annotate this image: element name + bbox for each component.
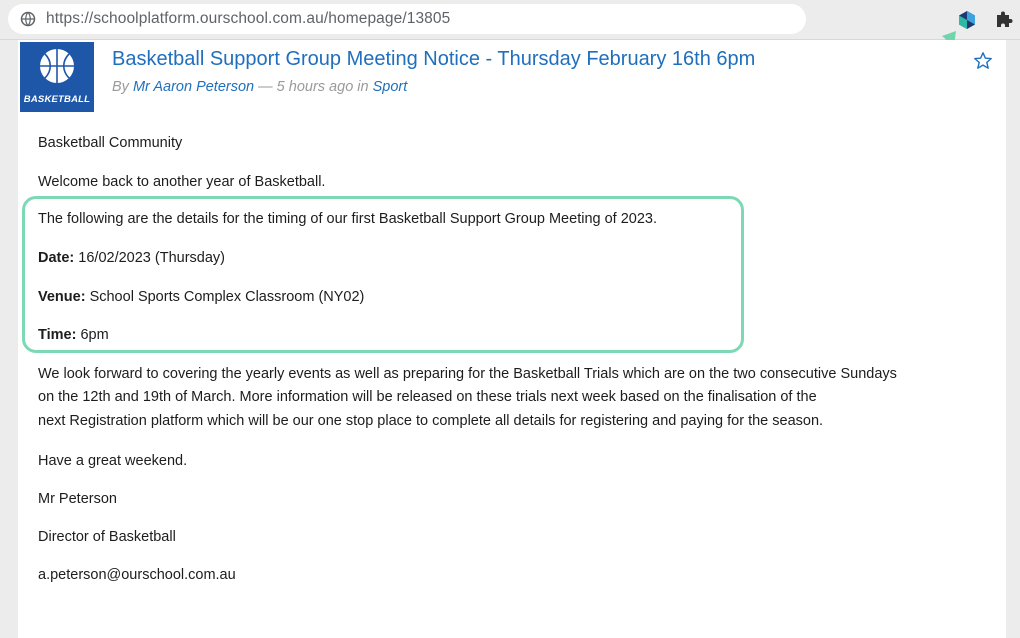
venue-line: Venue: School Sports Complex Classroom (… [38, 285, 364, 309]
byline-time: — 5 hours ago in [258, 79, 369, 95]
signoff-role: Director of Basketball [38, 529, 176, 545]
details-intro: The following are the details for the ti… [38, 211, 658, 227]
venue-label: Venue: [38, 289, 86, 305]
signoff-email[interactable]: a.peterson@ourschool.com.au [38, 563, 236, 587]
look-forward-line-1: We look forward to covering the yearly e… [38, 366, 897, 382]
byline-prefix: By [112, 79, 129, 95]
time-line: Time: 6pm [38, 323, 109, 347]
url-text: https://schoolplatform.ourschool.com.au/… [46, 10, 451, 27]
look-forward-line-2: on the 12th and 19th of March. More info… [38, 389, 817, 405]
basketball-logo: BASKETBALL [20, 42, 94, 112]
browser-toolbar: https://schoolplatform.ourschool.com.au/… [0, 0, 1020, 40]
welcome-text: Welcome back to another year of Basketba… [38, 174, 326, 190]
category-link[interactable]: Sport [373, 79, 408, 95]
basketball-icon [40, 49, 74, 83]
post-card: BASKETBALL Basketball Support Group Meet… [18, 40, 1006, 638]
logo-text: BASKETBALL [23, 94, 91, 105]
star-icon[interactable] [973, 51, 993, 71]
date-line: Date: 16/02/2023 (Thursday) [38, 246, 225, 270]
puzzle-icon[interactable] [994, 9, 1014, 29]
venue-value: School Sports Complex Classroom (NY02) [85, 289, 365, 305]
post-title[interactable]: Basketball Support Group Meeting Notice … [112, 48, 755, 71]
date-label: Date: [38, 250, 75, 266]
post-byline: By Mr Aaron Peterson — 5 hours ago in Sp… [112, 79, 407, 95]
weekend-text: Have a great weekend. [38, 453, 188, 469]
address-bar[interactable]: https://schoolplatform.ourschool.com.au/… [8, 4, 806, 34]
greeting-text: Basketball Community [38, 135, 183, 151]
look-forward-line-3: next Registration platform which will be… [38, 413, 824, 429]
signoff-name: Mr Peterson [38, 491, 117, 507]
date-value: 16/02/2023 (Thursday) [74, 250, 225, 266]
time-label: Time: [38, 327, 77, 343]
time-value: 6pm [76, 327, 109, 343]
author-link[interactable]: Mr Aaron Peterson [133, 79, 254, 95]
globe-icon [20, 11, 36, 27]
